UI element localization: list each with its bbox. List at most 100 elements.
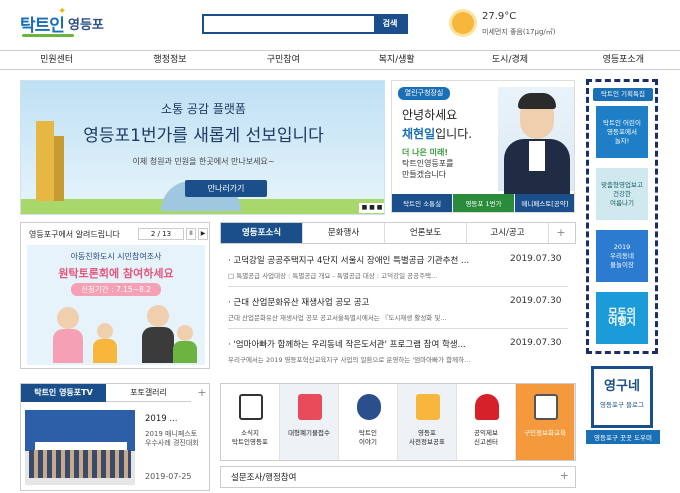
- next-icon[interactable]: ▶: [198, 228, 208, 240]
- mayor-slogan-line: 탁트인영등포를: [402, 159, 454, 168]
- quick-link-label: 탁트인 이야기: [359, 429, 377, 446]
- news-more-button[interactable]: +: [549, 223, 573, 243]
- divider: [228, 328, 568, 329]
- survey-more-button[interactable]: +: [560, 469, 569, 482]
- news-item-date: 2019.07.30: [510, 296, 562, 306]
- quick-link-label: 소식지 탁트인영등포: [232, 429, 268, 446]
- news-tabs: 영등포소식 문화행사 언론보도 고시/공고 +: [220, 222, 576, 244]
- tab-news[interactable]: 영등포소식: [221, 223, 303, 243]
- banner-cta-button[interactable]: 만나러가기: [185, 180, 267, 197]
- video-thumbnail[interactable]: [25, 410, 135, 485]
- family-icon: [357, 394, 381, 420]
- quick-link-label: 대형폐기물접수: [288, 429, 330, 437]
- person-figure: [147, 305, 169, 327]
- news-item-date: 2019.07.30: [510, 254, 562, 264]
- survey-bar: 설문조사/행정참여 +: [220, 466, 576, 488]
- site-logo[interactable]: ✦ 탁트인 영등포: [18, 5, 118, 39]
- tab-press[interactable]: 언론보도: [385, 223, 467, 243]
- news-item-title[interactable]: · '엄마아빠가 함께하는 우리동네 작은도서관' 프로그램 참여 학생...: [228, 338, 466, 350]
- weather-temperature: 27.9°C: [482, 11, 517, 22]
- person-figure: [53, 329, 83, 363]
- document-icon: [416, 394, 440, 420]
- special-feature-rail: 탁트인 기획특집 탁트인 어린이 영등포에서 놀자! 맞춤형영업보고 건강한 여…: [586, 79, 658, 354]
- news-item-title[interactable]: · 근대 산업문화유산 재생사업 공모 공고: [228, 296, 369, 308]
- photo-shirt: [529, 141, 545, 171]
- news-item-desc: □ 특별공급 사업대상 : 특별공급 개요 - 특별공급 대상 : 고덕강일 공…: [228, 272, 438, 280]
- mayor-name: 채현일입니다.: [402, 125, 472, 142]
- banner-slide-controls[interactable]: ■ ■ ■: [359, 203, 384, 213]
- notice-title: 영등포구에서 알려드립니다: [29, 230, 120, 239]
- mayor-slogan: 더 나은 미래! 탁트인영등포를 만들겠습니다: [402, 147, 482, 180]
- tv-panel: 탁트인 영등포TV 포토갤러리 + 2019 ... 2019 매니페스토 우수…: [20, 383, 210, 491]
- nav-item-civil[interactable]: 민원센터: [0, 51, 113, 69]
- newsletter-icon: [239, 394, 263, 420]
- nav-item-about[interactable]: 영등포소개: [567, 51, 680, 69]
- mayor-name-suffix: 입니다.: [435, 127, 473, 141]
- mayor-slogan-line: 만들겠습니다: [402, 170, 447, 179]
- quick-link-story[interactable]: 탁트인 이야기: [339, 384, 398, 460]
- notice-image-line: 아동친화도시 시민참여조사: [70, 252, 162, 261]
- quick-link-it-education[interactable]: 구민정보화교육: [516, 384, 575, 460]
- divider: [228, 286, 568, 287]
- news-panel: 영등포소식 문화행사 언론보도 고시/공고 + · 고덕강일 공공주택지구 4단…: [220, 222, 576, 377]
- video-title[interactable]: 2019 ...: [145, 414, 177, 424]
- news-item-desc: 우리구에서는 2019 영등포혁신교육지구 사업의 일환으로 운영하는 '엄마아…: [228, 356, 471, 364]
- banner-title: 영등포1번가를 새롭게 선보입니다: [83, 126, 324, 146]
- main-nav: 민원센터 행정정보 구민참여 복지/생활 도시/경제 영등포소개: [0, 50, 680, 70]
- tab-culture-events[interactable]: 문화행사: [303, 223, 385, 243]
- yeongune-blog-banner[interactable]: 영구네 영등포구 블로그: [591, 366, 653, 428]
- mayor-slogan-line: 더 나은 미래!: [402, 148, 449, 157]
- notice-pagination: 2 / 13: [138, 228, 184, 240]
- mayor-tabs: 탁트인 소통실 영등포 1번가 매니페스토[공약]: [392, 194, 574, 212]
- person-figure: [173, 341, 197, 363]
- quick-link-newsletter[interactable]: 소식지 탁트인영등포: [221, 384, 280, 460]
- video-description: 2019 매니페스토 우수사례 경진대회: [145, 430, 199, 447]
- quick-link-disclosure[interactable]: 영등포 사전정보공표: [398, 384, 457, 460]
- person-figure: [177, 325, 193, 341]
- banner-description: 이제 청원과 민원을 한곳에서 만나보세요~: [132, 157, 275, 166]
- feature-card[interactable]: 탁트인 어린이 영등포에서 놀자!: [596, 106, 648, 158]
- mayor-tab-first-street[interactable]: 영등포 1번가: [453, 194, 515, 212]
- notice-image-headline: 원탁토론회에 참여하세요: [58, 267, 174, 280]
- mayor-tab-manifesto[interactable]: 매니페스토[공약]: [514, 194, 574, 212]
- tab-tv[interactable]: 탁트인 영등포TV: [21, 384, 106, 402]
- banner-subtitle: 소통 공감 플랫폼: [161, 102, 246, 116]
- yeongune-caption[interactable]: 영등포구 꿋꿋 도우미: [586, 430, 660, 444]
- search-button[interactable]: 검색: [374, 16, 406, 32]
- news-item-title[interactable]: · 고덕강일 공공주택지구 4단지 서울시 장애인 특별공급 기관추천 ...: [228, 254, 469, 266]
- mayor-office-tag[interactable]: 열린구청장실: [398, 87, 450, 100]
- feature-card[interactable]: 맞춤형영업보고 건강한 여름나기: [596, 168, 648, 220]
- news-item-date: 2019.07.30: [510, 338, 562, 348]
- main-banner[interactable]: 소통 공감 플랫폼 영등포1번가를 새롭게 선보입니다 이제 청원과 민원을 한…: [20, 80, 385, 215]
- notice-image[interactable]: 아동친화도시 시민참여조사 원탁토론회에 참여하세요 신청기간 : 7.15~8…: [27, 245, 205, 365]
- logo-swoosh: [22, 34, 74, 37]
- survey-title[interactable]: 설문조사/행정참여: [231, 471, 296, 483]
- computer-icon: [534, 394, 558, 420]
- tv-more-button[interactable]: +: [193, 384, 209, 402]
- nav-item-admin[interactable]: 행정정보: [113, 51, 226, 69]
- nav-item-welfare[interactable]: 복지/생활: [340, 51, 453, 69]
- quick-link-bulky-waste[interactable]: 대형폐기물접수: [280, 384, 339, 460]
- mayor-panel: 열린구청장실 안녕하세요 채현일입니다. 더 나은 미래! 탁트인영등포를 만들…: [391, 80, 575, 213]
- person-figure: [93, 339, 117, 363]
- rail-title: 탁트인 기획특집: [593, 88, 653, 101]
- nav-item-participation[interactable]: 구민참여: [227, 51, 340, 69]
- nav-item-city[interactable]: 도시/경제: [453, 51, 566, 69]
- search-box: 검색: [202, 14, 408, 34]
- pause-icon[interactable]: II: [186, 228, 196, 240]
- mayor-tab-communication[interactable]: 탁트인 소통실: [392, 194, 454, 212]
- logo-main-text: 탁트인: [20, 16, 65, 36]
- search-input[interactable]: [204, 16, 374, 32]
- feature-card[interactable]: 2019 우리동네 물놀이장: [596, 230, 648, 282]
- quick-link-whistleblower[interactable]: 공익제보 신고센터: [457, 384, 516, 460]
- photo-hair: [518, 93, 556, 109]
- siren-icon: [475, 394, 499, 420]
- feature-card[interactable]: 모두의 여행지: [596, 292, 648, 344]
- notice-panel: 영등포구에서 알려드립니다 2 / 13 II ▶ 아동친화도시 시민참여조사 …: [20, 222, 210, 369]
- notice-image-period: 신청기간 : 7.15~8.2: [71, 283, 161, 296]
- tab-notices[interactable]: 고시/공고: [467, 223, 549, 243]
- mayor-photo: [498, 87, 574, 195]
- weather-widget: 27.9°C 미세먼지 좋음(17μg/㎥): [450, 8, 590, 40]
- thumbnail-banner: [35, 442, 127, 450]
- tab-photo-gallery[interactable]: 포토갤러리: [106, 384, 191, 402]
